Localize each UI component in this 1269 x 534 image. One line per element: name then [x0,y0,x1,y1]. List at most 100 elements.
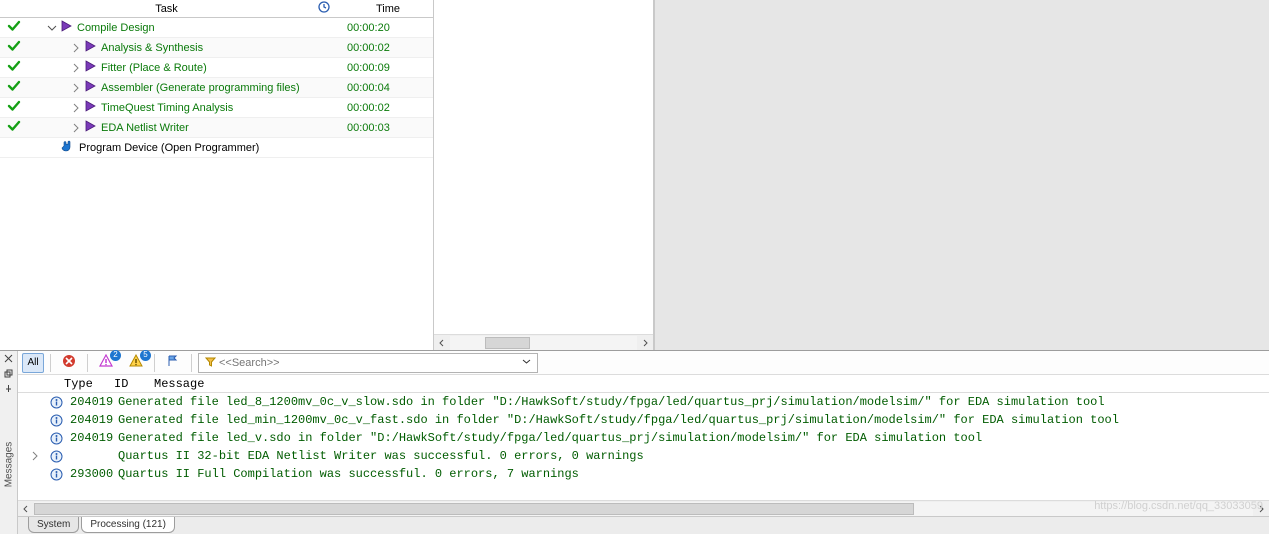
critical-badge: 2 [110,350,121,361]
chevron-right-icon[interactable] [70,62,82,74]
scroll-right-icon[interactable] [637,335,653,351]
chevron-right-icon [46,142,58,154]
task-tree: Program Device (Open Programmer) [28,139,343,156]
message-id: 204019 [70,413,118,427]
task-label: Compile Design [74,22,155,34]
info-icon [42,432,70,445]
filter-flag-button[interactable] [161,353,185,373]
task-row[interactable]: Fitter (Place & Route)00:00:09 [0,58,433,78]
messages-scrollbar[interactable] [18,500,1269,516]
task-label: TimeQuest Timing Analysis [98,102,233,114]
funnel-icon [203,357,217,368]
check-icon [7,59,21,76]
chevron-down-icon[interactable] [46,22,58,34]
task-row[interactable]: Assembler (Generate programming files)00… [0,78,433,98]
filter-all-button[interactable]: All [22,353,44,373]
task-time: 00:00:03 [343,122,433,134]
task-tree: Analysis & Synthesis [28,40,343,55]
messages-tab[interactable]: Processing (121) [81,517,175,533]
chevron-right-icon[interactable] [18,451,42,461]
task-row[interactable]: Analysis & Synthesis00:00:02 [0,38,433,58]
task-tree: EDA Netlist Writer [28,120,343,135]
message-id: 293000 [70,467,118,481]
chevron-right-icon[interactable] [70,122,82,134]
message-row[interactable]: Quartus II 32-bit EDA Netlist Writer was… [18,447,1269,465]
task-time: 00:00:02 [343,102,433,114]
task-label: Analysis & Synthesis [98,42,203,54]
messages-tabs: SystemProcessing (121) [18,516,1269,534]
clock-icon [318,1,330,16]
warning-badge: 5 [140,350,151,361]
task-row[interactable]: TimeQuest Timing Analysis 00:00:02 [0,98,433,118]
task-label: Program Device (Open Programmer) [76,142,259,154]
task-row[interactable]: Program Device (Open Programmer) [0,138,433,158]
tasks-col-stat[interactable] [305,1,343,16]
chevron-right-icon[interactable] [70,42,82,54]
task-tree: Fitter (Place & Route) [28,60,343,75]
messages-search-input[interactable] [217,356,519,370]
scroll-thumb[interactable] [34,503,914,515]
messages-col-message[interactable]: Message [154,377,1269,391]
play-icon [84,40,96,55]
pin-icon[interactable] [2,382,16,395]
messages-col-type[interactable]: Type [64,377,114,391]
messages-col-id[interactable]: ID [114,377,154,391]
message-id: 204019 [70,395,118,409]
hand-icon [60,139,74,156]
middle-scrollbar[interactable] [434,334,653,350]
task-row[interactable]: EDA Netlist Writer 00:00:03 [0,118,433,138]
task-label: EDA Netlist Writer [98,122,189,134]
play-icon [84,60,96,75]
tasks-col-task[interactable]: Task [28,3,305,15]
messages-tab[interactable]: System [28,517,79,533]
filter-warning-button[interactable]: 5 [124,353,148,373]
message-text: Generated file led_min_1200mv_0c_v_fast.… [118,413,1269,427]
task-time: 00:00:04 [343,82,433,94]
message-text: Quartus II 32-bit EDA Netlist Writer was… [118,449,1269,463]
chevron-right-icon[interactable] [70,102,82,114]
task-tree: Assembler (Generate programming files) [28,80,343,95]
message-row[interactable]: 204019Generated file led_8_1200mv_0c_v_s… [18,393,1269,411]
messages-gutter: Messages [0,351,18,534]
scroll-left-icon[interactable] [18,501,34,517]
message-row[interactable]: 204019Generated file led_v.sdo in folder… [18,429,1269,447]
check-icon [7,19,21,36]
task-time: 00:00:20 [343,22,433,34]
info-icon [42,396,70,409]
messages-toolbar: All 2 5 [18,351,1269,375]
error-icon [62,354,76,371]
undock-icon[interactable] [2,367,16,380]
message-row[interactable]: 204019Generated file led_min_1200mv_0c_v… [18,411,1269,429]
task-label: Fitter (Place & Route) [98,62,207,74]
dropdown-icon[interactable] [519,357,533,369]
messages-sidebar-label: Messages [3,442,14,488]
chevron-right-icon[interactable] [70,82,82,94]
task-row[interactable]: Compile Design 00:00:20 [0,18,433,38]
filter-error-button[interactable] [57,353,81,373]
play-icon [60,20,72,35]
right-empty-panel [654,0,1269,350]
tasks-header: Task Time [0,0,433,18]
tasks-col-time[interactable]: Time [343,3,433,15]
task-status [0,39,28,56]
task-tree: Compile Design [28,20,343,35]
message-text: Generated file led_8_1200mv_0c_v_slow.sd… [118,395,1269,409]
check-icon [7,119,21,136]
info-icon [42,414,70,427]
message-row[interactable]: 293000Quartus II Full Compilation was su… [18,465,1269,483]
check-icon [7,39,21,56]
scroll-right-icon[interactable] [1253,501,1269,517]
task-status [0,79,28,96]
info-icon [42,468,70,481]
scroll-left-icon[interactable] [434,335,450,351]
message-text: Generated file led_v.sdo in folder "D:/H… [118,431,1269,445]
scroll-thumb[interactable] [485,337,530,349]
message-id: 204019 [70,431,118,445]
flag-icon [166,354,180,371]
filter-critical-button[interactable]: 2 [94,353,118,373]
task-status [0,119,28,136]
messages-search[interactable] [198,353,538,373]
task-status [0,59,28,76]
task-status [0,99,28,116]
close-icon[interactable] [2,352,16,365]
